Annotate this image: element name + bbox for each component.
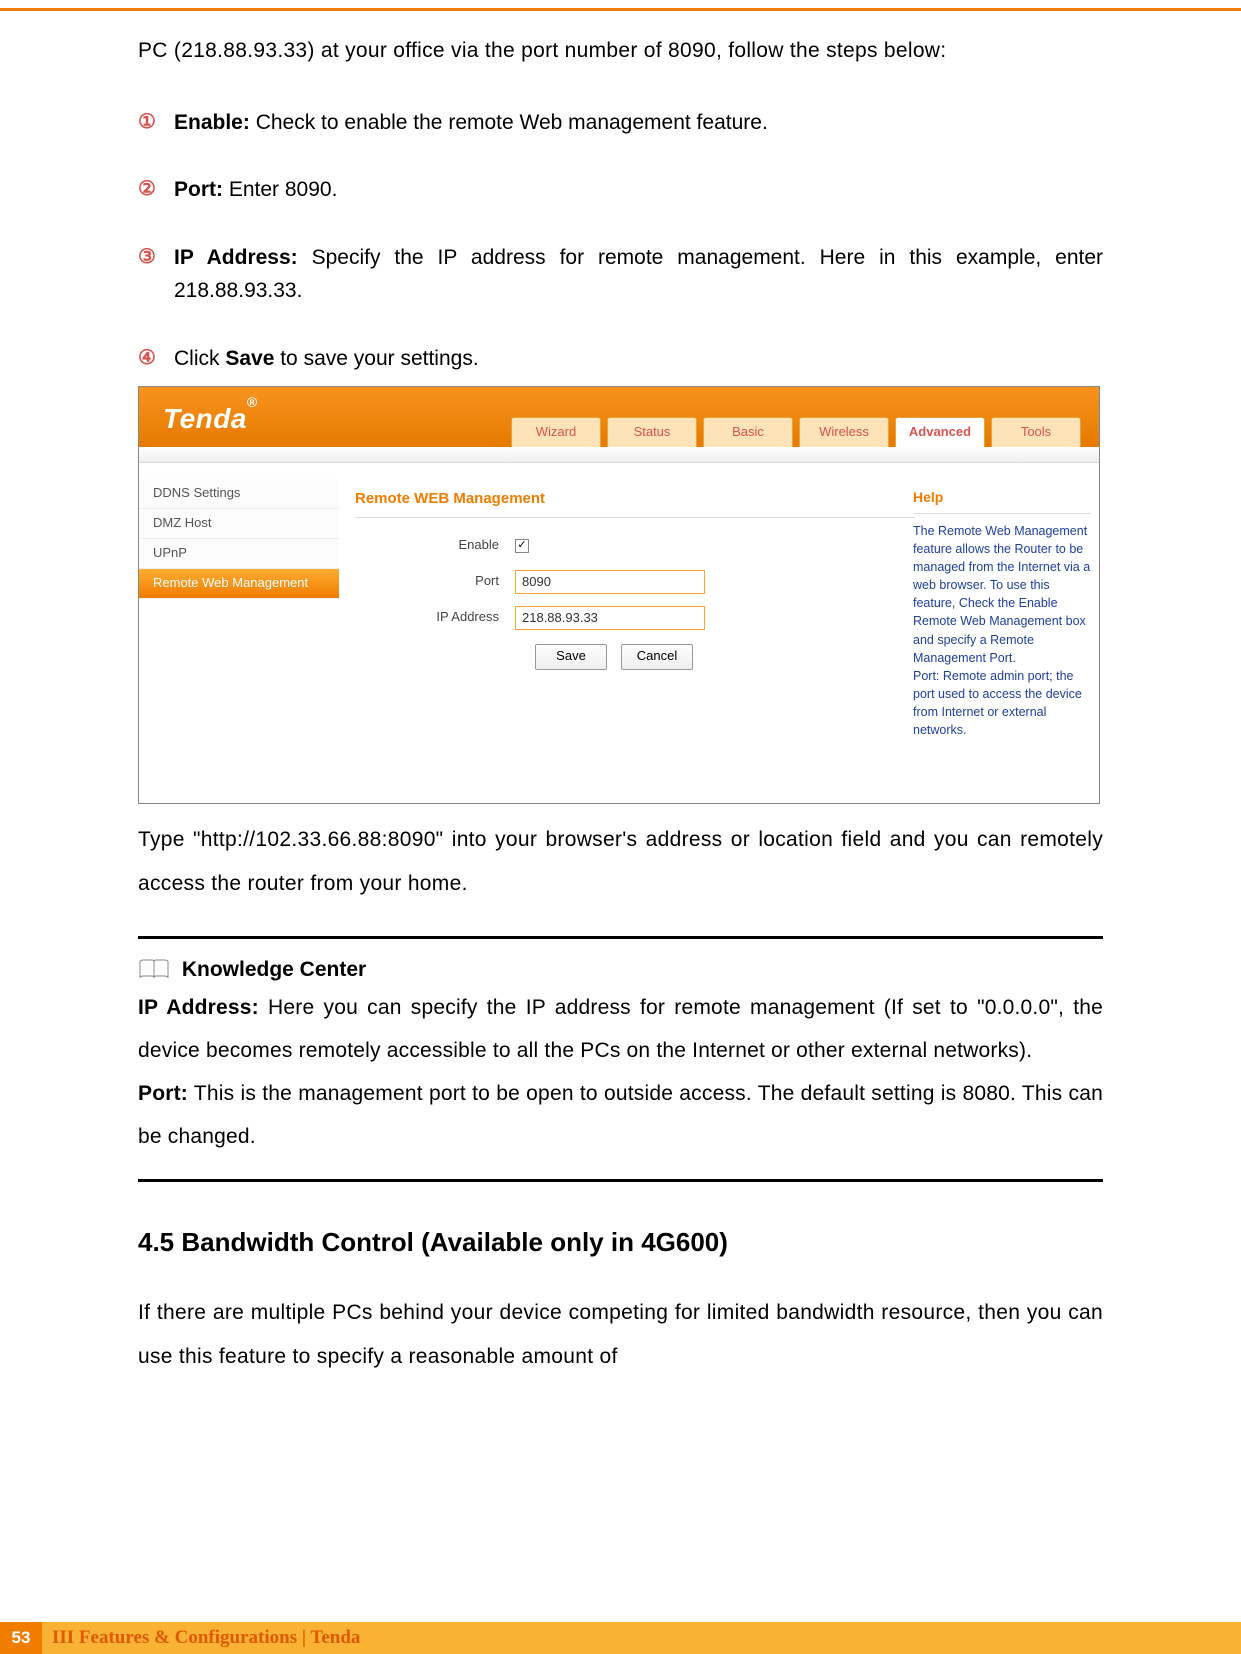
step-4-num: ④: [138, 342, 174, 376]
step-2-num: ②: [138, 173, 174, 207]
step-1-num: ①: [138, 106, 174, 140]
save-button[interactable]: Save: [535, 644, 607, 670]
ip-label: IP Address: [355, 607, 515, 628]
step-3-num: ③: [138, 241, 174, 308]
section-body: If there are multiple PCs behind your de…: [138, 1291, 1103, 1379]
kc-ip-label: IP Address:: [138, 996, 259, 1019]
cancel-button[interactable]: Cancel: [621, 644, 693, 670]
step-4: ④ Click Save to save your settings.: [138, 342, 1103, 376]
tab-tools[interactable]: Tools: [991, 417, 1081, 447]
step-3: ③ IP Address: Specify the IP address for…: [138, 241, 1103, 308]
sidebar-item-ddns[interactable]: DDNS Settings: [139, 479, 339, 509]
book-icon: [138, 958, 170, 982]
sidebar-item-dmz[interactable]: DMZ Host: [139, 509, 339, 539]
step-4-pre: Click: [174, 347, 225, 370]
divider-top: [138, 936, 1103, 939]
step-4-post: to save your settings.: [274, 347, 478, 370]
port-input[interactable]: [515, 570, 705, 594]
main-tabs: Wizard Status Basic Wireless Advanced To…: [511, 417, 1081, 447]
tab-wireless[interactable]: Wireless: [799, 417, 889, 447]
sidebar-item-remote-web[interactable]: Remote Web Management: [139, 569, 339, 599]
tab-status[interactable]: Status: [607, 417, 697, 447]
section-heading: 4.5 Bandwidth Control (Available only in…: [138, 1222, 1103, 1264]
step-2: ② Port: Enter 8090.: [138, 173, 1103, 207]
page-number: 53: [0, 1622, 42, 1654]
step-3-label: IP Address:: [174, 246, 298, 269]
panel-title: Remote WEB Management: [355, 487, 915, 518]
kc-port-text: This is the management port to be open t…: [138, 1082, 1103, 1148]
divider-bottom: [138, 1179, 1103, 1182]
kc-port-label: Port:: [138, 1082, 188, 1105]
ip-input[interactable]: [515, 606, 705, 630]
step-2-label: Port:: [174, 178, 223, 201]
step-2-text: Enter 8090.: [223, 178, 337, 201]
sidebar-item-upnp[interactable]: UPnP: [139, 539, 339, 569]
step-1-label: Enable:: [174, 111, 250, 134]
page-footer: 53 III Features & Configurations | Tenda: [0, 1622, 1241, 1654]
help-body: The Remote Web Management feature allows…: [913, 522, 1091, 740]
sidebar: DDNS Settings DMZ Host UPnP Remote Web M…: [139, 479, 339, 599]
tab-basic[interactable]: Basic: [703, 417, 793, 447]
port-label: Port: [355, 571, 515, 592]
tab-advanced[interactable]: Advanced: [895, 417, 985, 447]
tenda-logo: Tenda®: [163, 397, 258, 442]
kc-ip-text: Here you can specify the IP address for …: [138, 996, 1103, 1062]
router-screenshot: Tenda® Wizard Status Basic Wireless Adva…: [138, 386, 1100, 804]
step-4-bold: Save: [225, 347, 274, 370]
step-1-text: Check to enable the remote Web managemen…: [250, 111, 768, 134]
enable-label: Enable: [355, 535, 515, 556]
tab-wizard[interactable]: Wizard: [511, 417, 601, 447]
help-title: Help: [913, 487, 1091, 514]
intro-paragraph: PC (218.88.93.33) at your office via the…: [138, 34, 1103, 68]
enable-checkbox[interactable]: ✓: [515, 539, 529, 553]
step-3-text: Specify the IP address for remote manage…: [174, 246, 1103, 303]
step-1: ① Enable: Check to enable the remote Web…: [138, 106, 1103, 140]
footer-text: III Features & Configurations | Tenda: [52, 1627, 360, 1649]
kc-heading: Knowledge Center: [182, 958, 366, 981]
after-screenshot-paragraph: Type "http://102.33.66.88:8090" into you…: [138, 818, 1103, 906]
